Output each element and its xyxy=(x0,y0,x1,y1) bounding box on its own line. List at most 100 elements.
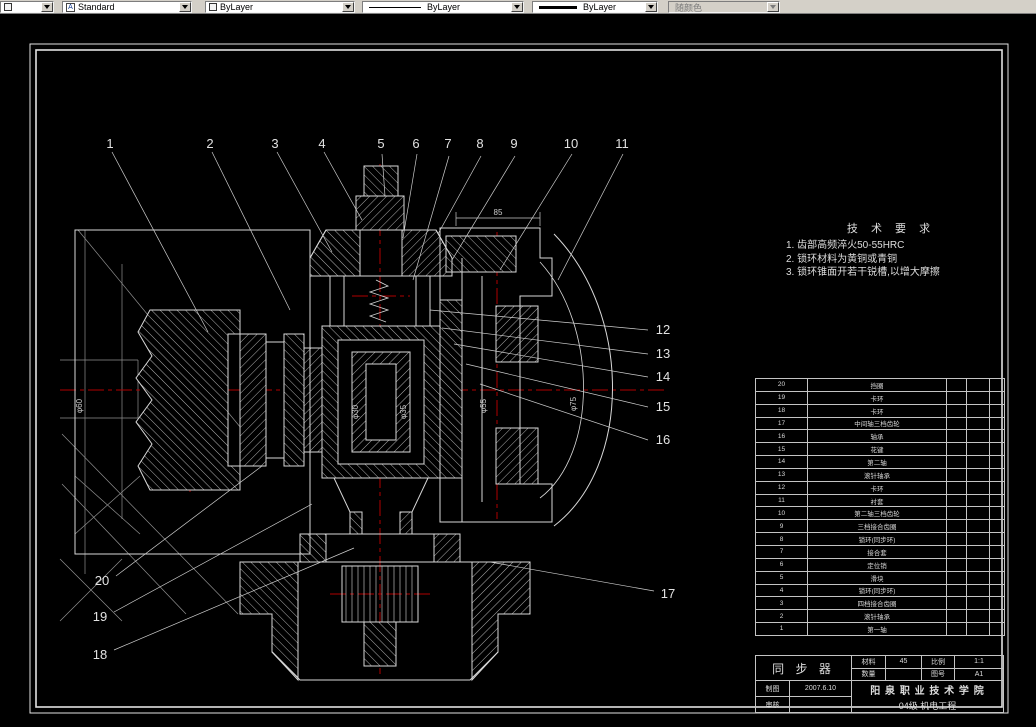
table-row: 19 卡环 xyxy=(755,390,1005,405)
dim-85: 85 xyxy=(494,208,503,217)
callout-11: 11 xyxy=(615,136,629,151)
row-name: 接合套 xyxy=(807,544,947,559)
linetype-value: ByLayer xyxy=(427,2,461,12)
row-name: 锁环(同步环) xyxy=(807,583,947,598)
table-row: 13 滚针轴承 xyxy=(755,467,1005,482)
row-name: 卡环 xyxy=(807,390,947,405)
left-combo-arrow[interactable] xyxy=(41,2,53,12)
callout-4: 4 xyxy=(318,136,325,151)
table-row: 8 锁环(同步环) xyxy=(755,532,1005,546)
linetype-arrow[interactable] xyxy=(511,2,523,12)
class-dept: 04级 机电工程 xyxy=(898,700,957,711)
dim-phi75: φ75 xyxy=(569,396,578,411)
school-name: 阳 泉 职 业 技 术 学 院 xyxy=(870,685,985,697)
linetype-icon xyxy=(369,6,421,8)
lineweight-arrow[interactable] xyxy=(645,2,657,12)
row-no: 9 xyxy=(755,519,808,534)
text-style-value: Standard xyxy=(78,2,115,12)
callout-16: 16 xyxy=(656,432,670,447)
material-value: 45 xyxy=(886,656,922,668)
row-name: 轴承 xyxy=(807,429,947,444)
callout-17: 17 xyxy=(661,586,675,601)
row-name: 定位销 xyxy=(807,557,947,572)
callout-6: 6 xyxy=(412,136,419,151)
lineweight-combo[interactable]: ByLayer xyxy=(532,1,658,13)
callout-1: 1 xyxy=(106,136,113,151)
row-name: 衬套 xyxy=(807,493,947,508)
text-style-combo[interactable]: A Standard xyxy=(62,1,192,13)
callout-5: 5 xyxy=(377,136,384,151)
table-row: 10 第二轴三档齿轮 xyxy=(755,506,1005,521)
row-no: 2 xyxy=(755,609,808,624)
row-name: 四档接合齿圈 xyxy=(807,596,947,611)
row-name: 挡圈 xyxy=(807,378,947,392)
checked-label: 审核 xyxy=(756,697,790,712)
part-name: 同 步 器 xyxy=(756,656,852,680)
row-no: 4 xyxy=(755,583,808,598)
table-row: 14 第二轴 xyxy=(755,455,1005,469)
callout-7: 7 xyxy=(444,136,451,151)
table-row: 4 锁环(同步环) xyxy=(755,583,1005,598)
technical-requirements: 技 术 要 求 1. 齿部高频淬火50-55HRC 2. 锁环材料为黄铜或青铜 … xyxy=(786,220,996,280)
row-no: 5 xyxy=(755,570,808,585)
sheet-label: 图号 xyxy=(922,668,955,680)
scale-label: 比例 xyxy=(922,656,955,668)
tech-req-item: 2. 锁环材料为黄铜或青铜 xyxy=(786,253,898,265)
callout-12: 12 xyxy=(656,322,670,337)
color-control-arrow[interactable] xyxy=(342,2,354,12)
qty-label: 数量 xyxy=(852,668,886,680)
row-name: 花键 xyxy=(807,442,947,457)
linetype-combo[interactable]: ByLayer xyxy=(362,1,524,13)
color-control-value: ByLayer xyxy=(220,2,254,12)
plot-style-combo: 随颜色 xyxy=(668,1,780,13)
title-block: 同 步 器 材料 45 比例 1:1 数量 图号 A1 制图 2007.6.10… xyxy=(755,655,1004,713)
callout-14: 14 xyxy=(656,369,670,384)
table-row: 2 滚针轴承 xyxy=(755,609,1005,624)
lineweight-value: ByLayer xyxy=(583,2,617,12)
callout-8: 8 xyxy=(476,136,483,151)
row-no: 11 xyxy=(755,493,808,508)
row-name: 第二轴三档齿轮 xyxy=(807,506,947,521)
row-no: 7 xyxy=(755,544,808,559)
text-style-arrow[interactable] xyxy=(179,2,191,12)
row-no: 13 xyxy=(755,467,808,482)
row-no: 17 xyxy=(755,416,808,431)
chevron-down-icon xyxy=(648,5,654,9)
table-row: 17 中间轴三档齿轮 xyxy=(755,416,1005,431)
tech-req-item: 3. 锁环锥面开若干锐槽,以增大摩擦 xyxy=(786,267,940,278)
parts-table: 20 挡圈 19 卡环 18 卡环 17 中间轴三档齿轮 16 轴承 15 花键 14 第二轴… xyxy=(755,378,1005,636)
table-row: 7 接合套 xyxy=(755,544,1005,559)
row-name: 第二轴 xyxy=(807,455,947,469)
callout-19: 19 xyxy=(93,609,107,624)
chevron-down-icon xyxy=(345,5,351,9)
left-combo[interactable] xyxy=(0,1,54,13)
row-name: 三档接合齿圈 xyxy=(807,519,947,534)
dim-phi35: φ35 xyxy=(399,404,408,419)
material-label: 材料 xyxy=(852,656,886,668)
swatch-icon xyxy=(4,3,12,11)
qty-value xyxy=(886,668,922,680)
dim-phi60: φ60 xyxy=(75,398,84,413)
table-row: 15 花键 xyxy=(755,442,1005,457)
row-no: 1 xyxy=(755,622,808,636)
row-no: 14 xyxy=(755,455,808,469)
plot-style-arrow xyxy=(767,2,779,12)
row-no: 6 xyxy=(755,557,808,572)
row-no: 10 xyxy=(755,506,808,521)
tech-req-item: 1. 齿部高频淬火50-55HRC xyxy=(786,240,905,251)
row-name: 滑块 xyxy=(807,570,947,585)
callout-3: 3 xyxy=(271,136,278,151)
text-style-icon: A xyxy=(66,2,75,12)
drawing-canvas[interactable]: 85 φ60 φ30 φ35 φ55 φ75 1 2 3 4 5 6 7 8 9… xyxy=(0,14,1036,727)
row-no: 16 xyxy=(755,429,808,444)
scale-value: 1:1 xyxy=(974,658,984,666)
color-control-combo[interactable]: ByLayer xyxy=(205,1,355,13)
properties-toolbar: A Standard ByLayer ByLayer ByLayer 随颜色 xyxy=(0,0,1036,14)
table-row: 20 挡圈 xyxy=(755,378,1005,392)
row-no: 3 xyxy=(755,596,808,611)
callout-15: 15 xyxy=(656,399,670,414)
row-no: 20 xyxy=(755,378,808,392)
chevron-down-icon xyxy=(514,5,520,9)
row-name: 滚针轴承 xyxy=(807,609,947,624)
row-name: 锁环(同步环) xyxy=(807,532,947,546)
